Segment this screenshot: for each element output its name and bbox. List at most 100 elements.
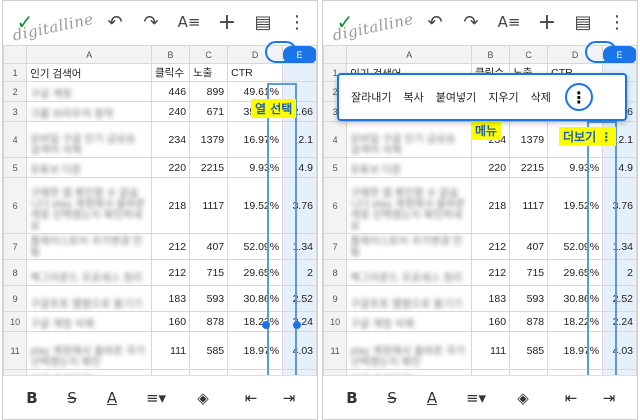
cell-e[interactable]: 4.9	[602, 157, 637, 178]
column-header-a[interactable]: A	[26, 45, 153, 64]
cell-a[interactable]: 구글 계정 삭제	[26, 311, 153, 332]
cell-d[interactable]: CTR	[227, 63, 284, 82]
cell-a[interactable]: 모바일 구글 인기 급상승 검색어 삭제	[346, 121, 473, 158]
cell-d[interactable]: 9.93%	[547, 157, 604, 178]
cell-d[interactable]: 52.09%	[227, 233, 284, 260]
add-icon[interactable]: +	[215, 9, 239, 35]
cell-e[interactable]: 2	[282, 259, 317, 286]
cell-b[interactable]: 218	[471, 177, 511, 234]
cell-b[interactable]: 111	[151, 331, 191, 370]
menu-clear[interactable]: 지우기	[482, 89, 524, 105]
column-header-corner[interactable]	[3, 45, 28, 64]
cell-a[interactable]: play 계정에서 올바른 국가 선택했는지 확인	[346, 331, 473, 370]
cell-e[interactable]: 3.76	[602, 177, 637, 234]
cell-b[interactable]: 212	[471, 259, 511, 286]
column-header-c[interactable]: C	[189, 45, 229, 64]
cell-d[interactable]: 19.52%	[227, 177, 284, 234]
insert-column-right-icon[interactable]: ⇥	[597, 386, 621, 410]
cell-d[interactable]: 29.65%	[227, 259, 284, 286]
more-options-icon[interactable]: ⋮	[564, 83, 593, 111]
more-vert-icon[interactable]: ⋮	[607, 9, 627, 35]
cell-c[interactable]: 593	[509, 285, 549, 312]
insert-column-left-icon[interactable]: ⇤	[559, 386, 583, 410]
cell-e[interactable]: 4.03	[602, 331, 637, 370]
cell-b[interactable]: 220	[151, 157, 191, 178]
cell-a[interactable]: 구매한 앱 확인할 수 없습니다 play 계정에서 올바른 계정 선택했는지 …	[346, 177, 473, 234]
cell-c[interactable]: 노출	[189, 63, 229, 82]
insert-column-left-icon[interactable]: ⇤	[239, 386, 263, 410]
cell-e[interactable]: 1.34	[282, 233, 317, 260]
bold-icon[interactable]: B	[341, 386, 363, 410]
cell-b[interactable]: 212	[151, 233, 191, 260]
more-vert-icon[interactable]: ⋮	[287, 9, 307, 35]
text-format-icon[interactable]: A≡	[495, 9, 523, 35]
cell-d[interactable]: 18.22%	[547, 311, 604, 332]
column-header-corner[interactable]	[323, 45, 348, 64]
cell-c[interactable]: 585	[189, 331, 229, 370]
cell-a[interactable]: 백그라운드 프로세스 정리	[26, 259, 153, 286]
cell-b[interactable]: 160	[471, 311, 511, 332]
column-header-a[interactable]: A	[346, 45, 473, 64]
cell-d[interactable]: 30.86%	[547, 285, 604, 312]
cell-e[interactable]: 2.24	[602, 311, 637, 332]
cell-b[interactable]: 160	[151, 311, 191, 332]
text-format-icon[interactable]: A≡	[175, 9, 203, 35]
fill-color-icon[interactable]: ◈	[191, 386, 215, 410]
cell-d[interactable]: 19.52%	[547, 177, 604, 234]
redo-icon[interactable]: ↷	[459, 9, 483, 35]
redo-icon[interactable]: ↷	[139, 9, 163, 35]
cell-a[interactable]: 모바일 구글 인기 급상승 검색어 삭제	[26, 121, 153, 158]
align-icon[interactable]: ≡▾	[141, 386, 171, 410]
cell-b[interactable]: 클릭수	[151, 63, 191, 82]
cell-c[interactable]: 407	[509, 233, 549, 260]
undo-icon[interactable]: ↶	[423, 9, 447, 35]
cell-c[interactable]: 899	[189, 81, 229, 102]
cell-a[interactable]: 구글포토 앨범으로 옮기기	[26, 285, 153, 312]
cell-e[interactable]: 2.1	[282, 121, 317, 158]
cell-a[interactable]: 플레이스토어 국가변경 안됨	[346, 233, 473, 260]
cell-e[interactable]: 4.9	[282, 157, 317, 178]
cell-e[interactable]: 2.52	[602, 285, 637, 312]
cell-c[interactable]: 715	[509, 259, 549, 286]
cell-b[interactable]: 240	[151, 101, 191, 122]
add-icon[interactable]: +	[535, 9, 559, 35]
cell-c[interactable]: 2215	[189, 157, 229, 178]
cell-b[interactable]: 212	[471, 233, 511, 260]
cell-b[interactable]: 111	[471, 331, 511, 370]
column-header-c[interactable]: C	[509, 45, 549, 64]
cell-c[interactable]: 1379	[189, 121, 229, 158]
cell-d[interactable]: 29.65%	[547, 259, 604, 286]
cell-a[interactable]: 백그라운드 프로세스 정리	[346, 259, 473, 286]
text-color-icon[interactable]: A	[101, 386, 123, 410]
cell-e[interactable]: 2	[602, 259, 637, 286]
cell-c[interactable]: 1117	[189, 177, 229, 234]
cell-d[interactable]: 9.93%	[227, 157, 284, 178]
comment-icon[interactable]: ▤	[571, 9, 595, 35]
cell-b[interactable]: 446	[151, 81, 191, 102]
undo-icon[interactable]: ↶	[103, 9, 127, 35]
cell-c[interactable]: 593	[189, 285, 229, 312]
cell-a[interactable]: 인기 검색어	[26, 63, 153, 82]
column-header-b[interactable]: B	[471, 45, 511, 64]
insert-column-right-icon[interactable]: ⇥	[277, 386, 301, 410]
cell-b[interactable]: 220	[471, 157, 511, 178]
cell-a[interactable]: 플레이스토어 국가변경 안됨	[26, 233, 153, 260]
cell-a[interactable]: play 계정에서 올바른 국가 선택했는지 확인	[26, 331, 153, 370]
cell-c[interactable]: 878	[509, 311, 549, 332]
cell-b[interactable]: 218	[151, 177, 191, 234]
cell-c[interactable]: 407	[189, 233, 229, 260]
cell-d[interactable]: 18.22%	[227, 311, 284, 332]
cell-e[interactable]: 2.52	[282, 285, 317, 312]
cell-b[interactable]: 212	[151, 259, 191, 286]
menu-copy[interactable]: 복사	[397, 89, 429, 105]
cell-a[interactable]: 유튜브 다운	[26, 157, 153, 178]
cell-a[interactable]: 구글 계정	[26, 81, 153, 102]
cell-c[interactable]: 585	[509, 331, 549, 370]
comment-icon[interactable]: ▤	[251, 9, 275, 35]
cell-c[interactable]: 1379	[509, 121, 549, 158]
cell-e[interactable]: 1.34	[602, 233, 637, 260]
menu-cut[interactable]: 잘라내기	[345, 89, 397, 105]
strikethrough-icon[interactable]: S	[381, 386, 403, 410]
cell-a[interactable]: 구글 계정 삭제	[346, 311, 473, 332]
cell-a[interactable]: 유튜브 다운	[346, 157, 473, 178]
